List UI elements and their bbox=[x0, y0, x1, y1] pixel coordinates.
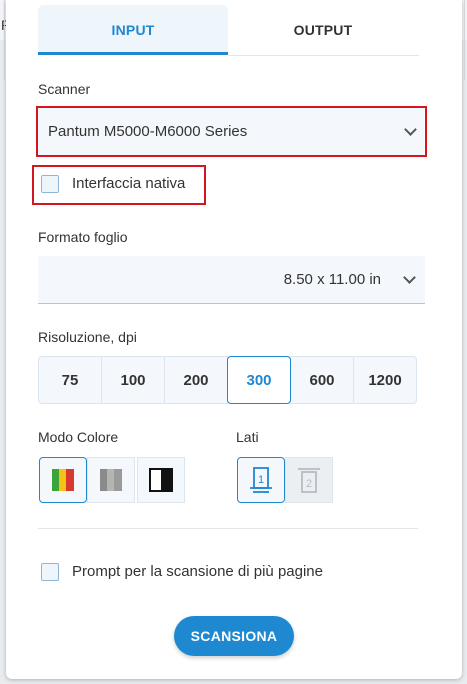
grayscale-mode-button[interactable] bbox=[87, 457, 135, 503]
section-divider bbox=[38, 528, 418, 529]
resolution-option-300[interactable]: 300 bbox=[227, 356, 291, 404]
scanner-highlight-box bbox=[36, 106, 427, 157]
multi-page-label: Prompt per la scansione di più pagine bbox=[72, 563, 323, 580]
color-mode-icon bbox=[52, 469, 74, 491]
scan-settings-panel: INPUT OUTPUT Scanner Pantum M5000-M6000 … bbox=[6, 0, 462, 679]
chevron-down-icon bbox=[403, 271, 416, 284]
tab-output-label: OUTPUT bbox=[293, 22, 353, 38]
tab-input[interactable]: INPUT bbox=[38, 5, 228, 55]
paper-size-select[interactable]: 8.50 x 11.00 in bbox=[38, 256, 425, 304]
resolution-option-100[interactable]: 100 bbox=[101, 356, 165, 404]
scan-button-label: SCANSIONA bbox=[190, 628, 278, 644]
sides-label: Lati bbox=[236, 429, 259, 445]
native-interface-highlight-box bbox=[32, 165, 206, 205]
active-tab-indicator bbox=[38, 52, 228, 55]
resolution-option-200[interactable]: 200 bbox=[164, 356, 228, 404]
scan-button[interactable]: SCANSIONA bbox=[174, 616, 294, 656]
color-mode-button[interactable] bbox=[39, 457, 87, 503]
black-white-mode-icon bbox=[149, 468, 173, 492]
single-side-button[interactable]: 1 bbox=[237, 457, 285, 503]
tab-output[interactable]: OUTPUT bbox=[228, 5, 418, 55]
svg-text:2: 2 bbox=[306, 478, 312, 490]
single-side-icon: 1 bbox=[250, 467, 272, 493]
resolution-option-600[interactable]: 600 bbox=[290, 356, 354, 404]
black-white-mode-button[interactable] bbox=[137, 457, 185, 503]
tab-input-label: INPUT bbox=[111, 22, 155, 38]
resolution-option-1200[interactable]: 1200 bbox=[353, 356, 417, 404]
resolution-label: Risoluzione, dpi bbox=[38, 329, 137, 345]
paper-size-label: Formato foglio bbox=[38, 229, 128, 245]
color-mode-label: Modo Colore bbox=[38, 429, 119, 445]
paper-size-selected-value: 8.50 x 11.00 in bbox=[283, 271, 381, 288]
double-side-icon: 2 bbox=[298, 468, 320, 493]
background-divider bbox=[464, 0, 465, 80]
background-divider bbox=[4, 0, 5, 80]
double-side-button[interactable]: 2 bbox=[285, 457, 333, 503]
grayscale-mode-icon bbox=[100, 469, 122, 491]
svg-text:1: 1 bbox=[258, 474, 264, 486]
scanner-label: Scanner bbox=[38, 81, 91, 97]
resolution-option-75[interactable]: 75 bbox=[38, 356, 102, 404]
resolution-button-group: 75 100 200 300 600 1200 bbox=[38, 356, 417, 404]
tab-divider bbox=[228, 55, 419, 56]
multi-page-checkbox[interactable] bbox=[41, 563, 59, 581]
